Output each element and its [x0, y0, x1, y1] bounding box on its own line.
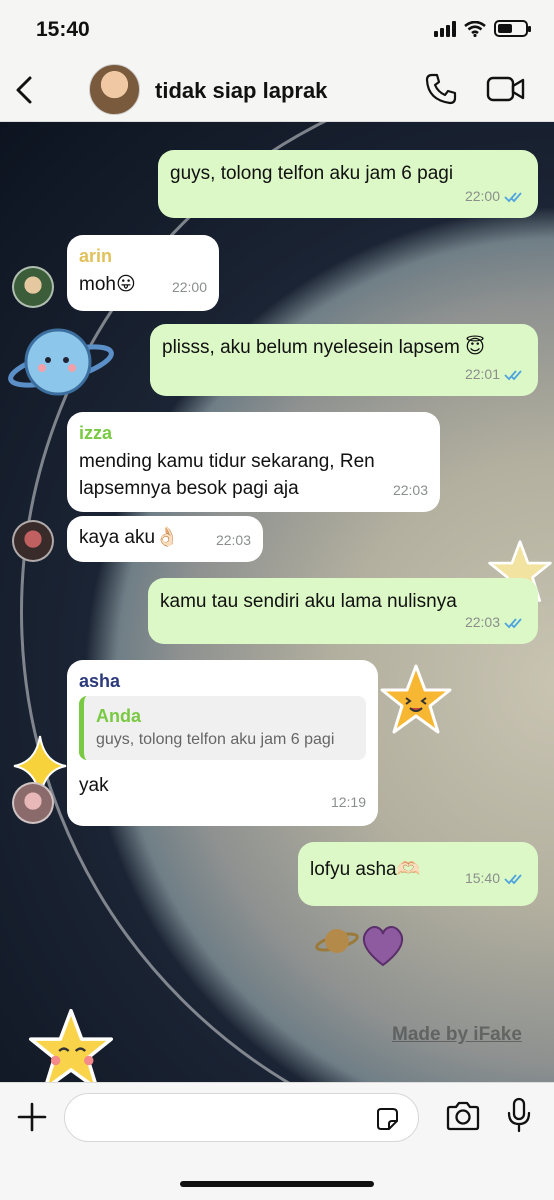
chat-title[interactable]: tidak siap laprak [155, 78, 327, 104]
video-camera-icon[interactable] [486, 74, 526, 104]
message-bubble-outgoing[interactable]: kamu tau sendiri aku lama nulisnya 22:03 [148, 578, 538, 644]
chat-background: guys, tolong telfon aku jam 6 pagi 22:00… [0, 122, 554, 1082]
sticker-icon[interactable] [374, 1106, 400, 1132]
message-meta: 12:19 [331, 789, 366, 816]
message-input[interactable] [81, 1094, 371, 1141]
message-meta: 22:03 [465, 609, 526, 636]
quoted-sender: Anda [96, 706, 141, 726]
message-meta: 22:00 [465, 183, 526, 210]
star-sticker-icon [28, 1008, 114, 1082]
quoted-text: guys, tolong telfon aku jam 6 pagi [96, 731, 335, 748]
message-time: 22:03 [215, 532, 251, 548]
home-indicator[interactable] [180, 1181, 374, 1187]
read-ticks-icon [504, 617, 522, 628]
read-ticks-icon [504, 191, 522, 202]
read-ticks-icon [504, 369, 522, 380]
sender-name[interactable]: arin [79, 245, 207, 267]
chat-header: tidak siap laprak [0, 58, 554, 122]
message-time: 22:00 [464, 188, 500, 204]
message-meta: 22:01 [465, 361, 526, 388]
message-bubble-outgoing[interactable]: plisss, aku belum nyelesein lapsem 😇 22:… [150, 324, 538, 396]
plus-icon[interactable] [16, 1101, 48, 1133]
quoted-reply[interactable]: Anda guys, tolong telfon aku jam 6 pagi [79, 696, 366, 760]
message-bubble-outgoing[interactable]: lofyu asha🫶🏻 15:40 [298, 842, 538, 906]
message-bubble-incoming[interactable]: kaya aku👌🏻 22:03 [67, 516, 263, 562]
status-time: 15:40 [36, 18, 90, 41]
message-meta: 22:03 [216, 527, 251, 554]
message-bubble-outgoing[interactable]: guys, tolong telfon aku jam 6 pagi 22:00 [158, 150, 538, 218]
cellular-signal-icon [434, 20, 456, 37]
system-icons [434, 20, 531, 37]
camera-icon[interactable] [445, 1101, 481, 1131]
avatar-asha[interactable] [12, 782, 54, 824]
message-time: 22:03 [392, 482, 428, 498]
input-bar [0, 1082, 554, 1200]
sender-name[interactable]: asha [79, 670, 366, 692]
message-bubble-incoming[interactable]: asha Anda guys, tolong telfon aku jam 6 … [67, 660, 378, 826]
planet-sticker-icon [315, 929, 359, 953]
message-meta: 15:40 [465, 865, 526, 892]
message-meta: 22:03 [393, 477, 428, 504]
phone-icon[interactable] [424, 72, 458, 106]
message-time: 22:01 [464, 366, 500, 382]
message-bubble-incoming[interactable]: izza mending kamu tidur sekarang, Ren la… [67, 412, 440, 512]
watermark: Made by iFake [392, 1024, 522, 1045]
message-bubble-incoming[interactable]: arin moh😛 22:00 [67, 235, 219, 311]
back-chevron-icon[interactable] [10, 72, 40, 108]
avatar-arin[interactable] [12, 266, 54, 308]
message-text: plisss, aku belum nyelesein lapsem 😇 [162, 337, 485, 358]
planet-sticker-icon [8, 328, 114, 396]
message-time: 12:19 [330, 794, 366, 810]
microphone-icon[interactable] [506, 1097, 532, 1133]
message-time: 22:03 [464, 614, 500, 630]
message-time: 22:00 [171, 279, 207, 295]
message-time: 15:40 [464, 870, 500, 886]
battery-icon [494, 20, 531, 37]
group-avatar[interactable] [89, 64, 140, 115]
message-input-field[interactable] [64, 1093, 419, 1142]
heart-sticker-icon [362, 926, 404, 967]
sender-name[interactable]: izza [79, 422, 428, 444]
wifi-icon [464, 20, 486, 37]
message-meta: 22:00 [172, 274, 207, 301]
avatar-izza[interactable] [12, 520, 54, 562]
status-bar: 15:40 [0, 0, 554, 58]
read-ticks-icon [504, 873, 522, 884]
message-text: mending kamu tidur sekarang, Ren lapsemn… [79, 451, 375, 499]
star-sticker-icon [380, 664, 452, 734]
message-text: yak [79, 775, 109, 796]
